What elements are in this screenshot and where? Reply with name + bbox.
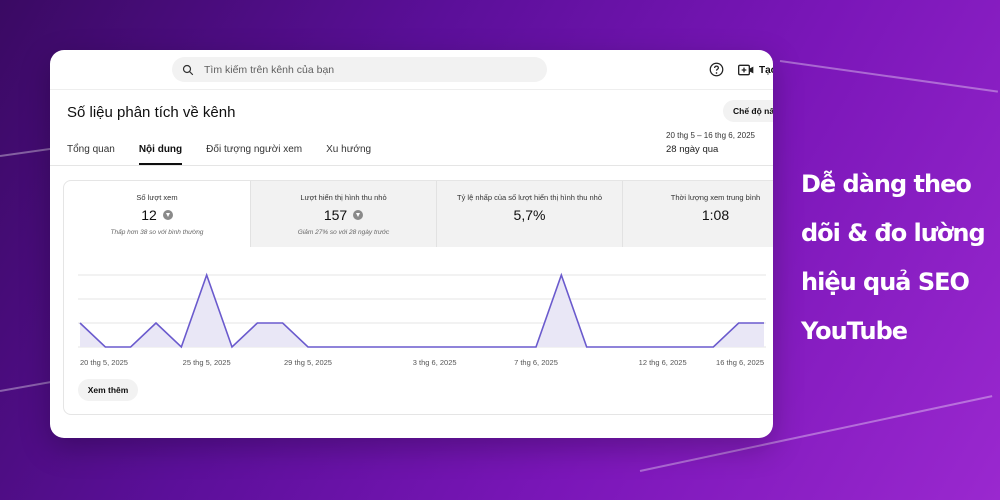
chart-x-tick-label: 12 thg 6, 2025 xyxy=(639,358,687,367)
date-period-selector[interactable]: 28 ngày qua xyxy=(666,144,718,155)
slogan-line: dõi & đo lường xyxy=(801,219,986,247)
metric-ctr[interactable]: Tỷ lệ nhấp của số lượt hiển thị hình thu… xyxy=(436,181,622,247)
top-bar: Tìm kiếm trên kênh của bạn Tạo xyxy=(50,50,773,90)
advanced-mode-button[interactable]: Chế độ nâng cao xyxy=(723,100,773,122)
metric-value: 157 xyxy=(251,207,436,223)
chart-area xyxy=(80,275,764,347)
metric-number: 1:08 xyxy=(701,207,730,223)
metric-number: 5,7% xyxy=(513,207,546,223)
background-streak xyxy=(779,60,998,93)
chart-x-tick-label: 29 thg 5, 2025 xyxy=(284,358,332,367)
tab-overview[interactable]: Tổng quan xyxy=(67,144,115,165)
metric-views[interactable]: Số lượt xem 12 Thấp hơn 38 so với bình t… xyxy=(64,181,250,247)
chart-x-tick-label: 16 thg 6, 2025 xyxy=(716,358,764,367)
metric-impressions[interactable]: Lượt hiển thị hình thu nhỏ 157 Giảm 27% … xyxy=(250,181,436,247)
slogan-line: Dễ dàng theo xyxy=(801,170,972,198)
video-plus-icon xyxy=(738,64,754,76)
tabs-divider xyxy=(50,165,773,166)
tab-bar: Tổng quan Nội dung Đối tượng người xem X… xyxy=(67,144,395,165)
metric-value: 1:08 xyxy=(623,207,773,223)
date-range: 20 thg 5 – 16 thg 6, 2025 xyxy=(666,131,755,140)
metric-label: Số lượt xem xyxy=(136,193,178,202)
chart-x-tick-label: 3 thg 6, 2025 xyxy=(413,358,457,367)
search-input[interactable]: Tìm kiếm trên kênh của bạn xyxy=(172,57,547,82)
views-chart: 20 thg 5, 2025 25 thg 5, 2025 29 thg 5, 20… xyxy=(78,272,766,367)
metric-value: 5,7% xyxy=(437,207,622,223)
metric-avg-view-duration[interactable]: Thời lượng xem trung bình 1:08 xyxy=(622,181,773,247)
metric-label: Thời lượng xem trung bình xyxy=(670,193,761,202)
page-title: Số liệu phân tích về kênh xyxy=(67,104,236,121)
chart-x-tick-label: 7 thg 6, 2025 xyxy=(514,358,558,367)
metric-note: Giảm 27% so với 28 ngày trước xyxy=(297,229,390,236)
tab-content[interactable]: Nội dung xyxy=(138,144,183,165)
arrow-down-icon xyxy=(162,210,173,220)
slogan-line: YouTube xyxy=(801,317,908,345)
metric-number: 12 xyxy=(141,207,157,223)
search-placeholder: Tìm kiếm trên kênh của bạn xyxy=(204,63,335,76)
help-button[interactable] xyxy=(709,62,724,82)
see-more-button[interactable]: Xem thêm xyxy=(78,379,138,401)
slogan-line: hiệu quả SEO xyxy=(801,268,970,296)
metrics-panel: Số lượt xem 12 Thấp hơn 38 so với bình t… xyxy=(63,180,773,415)
chart-x-tick-label: 20 thg 5, 2025 xyxy=(80,358,128,367)
arrow-down-icon xyxy=(353,210,364,220)
metric-value: 12 xyxy=(64,207,250,223)
metric-label: Lượt hiển thị hình thu nhỏ xyxy=(300,193,387,202)
chart-x-tick-label: 25 thg 5, 2025 xyxy=(183,358,231,367)
chart-series-line xyxy=(79,272,764,349)
tab-trends[interactable]: Xu hướng xyxy=(326,144,371,165)
promo-slogan: Dễ dàng theo dõi & đo lường hiệu quả SEO… xyxy=(801,160,991,356)
create-button[interactable]: Tạo xyxy=(738,63,773,77)
metric-cards: Số lượt xem 12 Thấp hơn 38 so với bình t… xyxy=(64,181,773,247)
search-icon xyxy=(182,64,194,75)
metric-note: Thấp hơn 38 so với bình thường xyxy=(110,229,204,236)
metric-label: Tỷ lệ nhấp của số lượt hiển thị hình thu… xyxy=(456,193,603,202)
tab-audience[interactable]: Đối tượng người xem xyxy=(206,144,302,165)
create-label: Tạo xyxy=(759,64,773,76)
help-circle-icon xyxy=(709,62,724,77)
metric-number: 157 xyxy=(323,207,348,223)
analytics-window: Tìm kiếm trên kênh của bạn Tạo Số liệu p… xyxy=(50,50,773,438)
